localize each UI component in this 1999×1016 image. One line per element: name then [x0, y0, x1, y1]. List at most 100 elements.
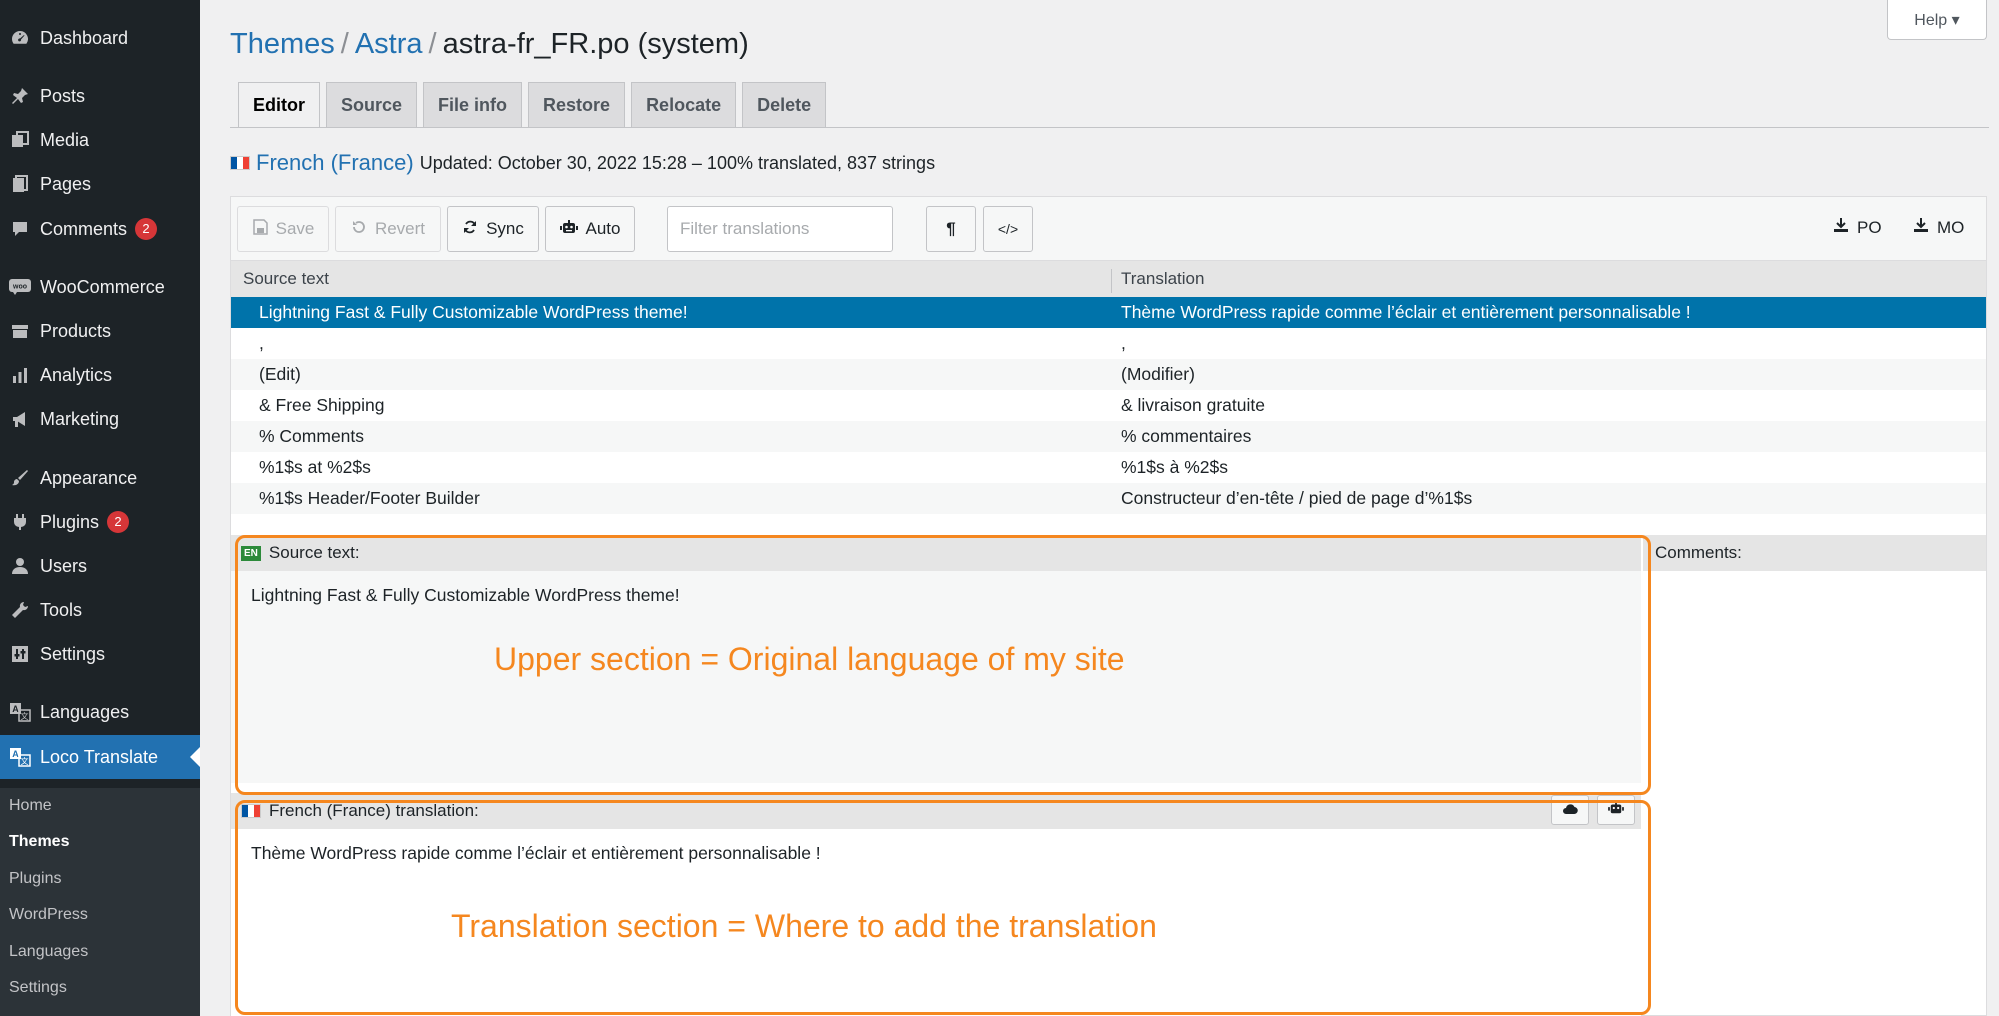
tab-restore[interactable]: Restore — [528, 82, 626, 128]
row-translation: Constructeur d’en-tête / pied de page d’… — [1121, 488, 1473, 508]
source-column-header[interactable]: Source text — [243, 269, 329, 289]
submenu-wordpress[interactable]: WordPress — [9, 906, 88, 924]
menu-analytics[interactable]: Analytics — [0, 353, 200, 397]
row-source: (Edit) — [259, 364, 301, 384]
download-icon — [1913, 217, 1929, 238]
menu-settings[interactable]: Settings — [0, 632, 200, 676]
loco-submenu: Home Themes Plugins WordPress Languages … — [0, 788, 200, 1016]
megaphone-icon — [0, 409, 40, 429]
pin-icon — [0, 86, 40, 106]
tab-source[interactable]: Source — [326, 82, 418, 128]
menu-label: Products — [40, 320, 112, 341]
woo-icon: woo — [0, 279, 40, 295]
table-row[interactable]: %1$s at %2$s %1$s à %2$s — [231, 452, 1986, 483]
sync-icon — [462, 219, 478, 240]
menu-label: Media — [40, 129, 90, 150]
table-row[interactable]: % Comments % commentaires — [231, 421, 1986, 452]
code-view-toggle-button[interactable]: </> — [983, 206, 1033, 252]
menu-marketing[interactable]: Marketing — [0, 397, 200, 441]
table-row[interactable]: & Free Shipping & livraison gratuite — [231, 390, 1986, 421]
menu-tools[interactable]: Tools — [0, 588, 200, 632]
user-icon — [0, 556, 40, 576]
breadcrumb-separator: / — [340, 28, 349, 60]
mo-label: MO — [1937, 217, 1965, 237]
menu-woocommerce[interactable]: woo WooCommerce — [0, 265, 200, 309]
translate-icon: A文 — [0, 747, 40, 767]
menu-label: Tools — [40, 599, 83, 620]
column-divider[interactable] — [1111, 269, 1112, 293]
submenu-themes[interactable]: Themes — [9, 833, 69, 851]
table-row[interactable]: (Edit) (Modifier) — [231, 359, 1986, 390]
media-icon — [0, 130, 40, 150]
row-translation: , — [1121, 333, 1126, 353]
auto-translate-button[interactable]: Auto — [545, 206, 635, 252]
revert-button[interactable]: Revert — [335, 206, 441, 252]
menu-label: Settings — [40, 643, 106, 664]
strings-list[interactable]: Lightning Fast & Fully Customizable Word… — [231, 297, 1986, 523]
menu-label: Comments — [40, 218, 128, 239]
breadcrumb-astra-link[interactable]: Astra — [355, 28, 423, 60]
submenu-home[interactable]: Home — [9, 797, 52, 815]
menu-users[interactable]: Users — [0, 544, 200, 588]
download-mo-button[interactable]: MO — [1913, 217, 1964, 238]
table-row[interactable]: Lightning Fast & Fully Customizable Word… — [231, 297, 1986, 328]
row-source: %1$s Header/Footer Builder — [259, 488, 480, 508]
row-source: Lightning Fast & Fully Customizable Word… — [259, 302, 688, 322]
translation-annotation: Translation section = Where to add the t… — [451, 908, 1157, 944]
comments-header: Comments: — [1643, 535, 1986, 571]
row-source: & Free Shipping — [259, 395, 385, 415]
translate-icon: A文 — [0, 702, 40, 722]
po-label: PO — [1857, 217, 1882, 237]
submenu-plugins[interactable]: Plugins — [9, 870, 61, 888]
tab-relocate[interactable]: Relocate — [631, 82, 737, 128]
menu-media[interactable]: Media — [0, 118, 200, 162]
menu-loco-translate[interactable]: A文 Loco Translate — [0, 735, 200, 779]
submenu-languages[interactable]: Languages — [9, 943, 88, 961]
plugin-icon — [0, 512, 40, 532]
main-content: Help ▾ Themes / Astra / astra-fr_FR.po (syst… — [200, 0, 1999, 1016]
translation-column-header[interactable]: Translation — [1121, 269, 1204, 289]
row-source: , — [259, 333, 264, 353]
bar-chart-icon — [0, 365, 40, 385]
archive-icon — [0, 321, 40, 341]
invisibles-toggle-button[interactable]: ¶ — [926, 206, 976, 252]
filter-translations-input[interactable] — [667, 206, 893, 252]
settings-icon — [0, 644, 40, 664]
translation-status: French (France) Updated: October 30, 202… — [230, 150, 935, 176]
tab-delete[interactable]: Delete — [742, 82, 827, 128]
active-menu-arrow — [190, 747, 200, 767]
comment-icon — [0, 219, 40, 239]
save-button[interactable]: Save — [237, 206, 329, 252]
robot-icon — [559, 219, 578, 240]
table-row[interactable]: , , — [231, 328, 1986, 359]
sync-button[interactable]: Sync — [447, 206, 539, 252]
menu-languages[interactable]: A文 Languages — [0, 690, 200, 734]
menu-dashboard[interactable]: Dashboard — [0, 16, 200, 60]
menu-label: Dashboard — [40, 27, 129, 48]
row-source: %1$s at %2$s — [259, 457, 371, 477]
table-row[interactable]: %1$s Header/Footer Builder Constructeur … — [231, 483, 1986, 514]
row-translation: (Modifier) — [1121, 364, 1195, 384]
tabs-divider — [230, 127, 1989, 128]
submenu-settings[interactable]: Settings — [9, 979, 67, 997]
menu-products[interactable]: Products — [0, 309, 200, 353]
menu-plugins[interactable]: Plugins 2 — [0, 500, 200, 544]
menu-label: Appearance — [40, 467, 138, 488]
menu-pages[interactable]: Pages — [0, 162, 200, 206]
status-language-link[interactable]: French (France) — [256, 150, 414, 176]
menu-posts[interactable]: Posts — [0, 74, 200, 118]
breadcrumb-themes-link[interactable]: Themes — [230, 28, 335, 60]
tab-file-info[interactable]: File info — [423, 82, 523, 128]
svg-text:A: A — [12, 749, 19, 759]
french-flag-icon — [230, 156, 250, 170]
brush-icon — [0, 468, 40, 488]
download-po-button[interactable]: PO — [1833, 217, 1882, 238]
tab-editor[interactable]: Editor — [238, 82, 320, 128]
row-source: % Comments — [259, 426, 365, 446]
menu-appearance[interactable]: Appearance — [0, 456, 200, 500]
menu-label: WooCommerce — [40, 276, 165, 297]
menu-label: Languages — [40, 701, 130, 722]
menu-comments[interactable]: Comments 2 — [0, 207, 200, 251]
help-button[interactable]: Help ▾ — [1887, 0, 1987, 40]
download-icon — [1833, 217, 1849, 238]
